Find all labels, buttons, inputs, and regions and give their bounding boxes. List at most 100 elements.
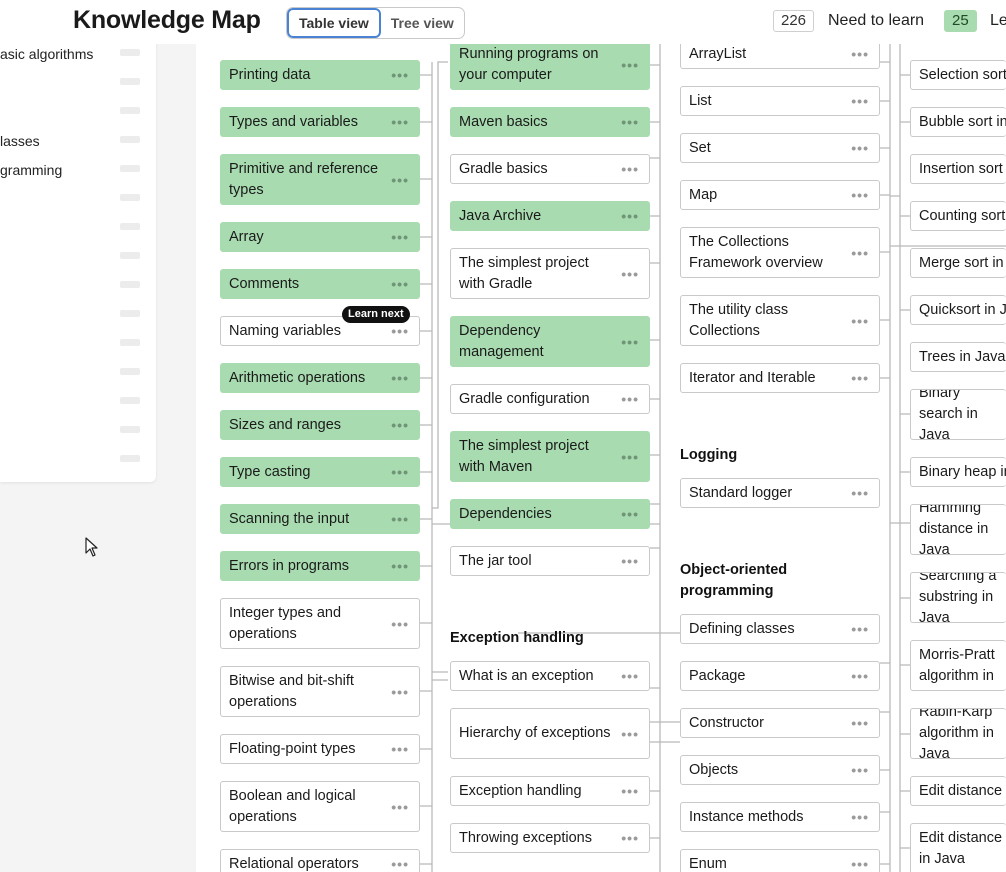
more-options-icon[interactable]: ••• xyxy=(621,162,639,176)
topic-card[interactable]: Insertion sort xyxy=(910,154,1006,184)
topic-card[interactable]: Iterator and Iterable ••• xyxy=(680,363,880,393)
topic-card[interactable]: Defining classes ••• xyxy=(680,614,880,644)
topic-card[interactable]: Boolean and logical operations ••• xyxy=(220,781,420,832)
more-options-icon[interactable]: ••• xyxy=(621,392,639,406)
topic-card[interactable]: Counting sort xyxy=(910,201,1006,231)
more-options-icon[interactable]: ••• xyxy=(391,68,409,82)
topic-card[interactable]: Bitwise and bit-shift operations ••• xyxy=(220,666,420,717)
topic-card[interactable]: Gradle basics ••• xyxy=(450,154,650,184)
topic-card[interactable]: Enum ••• xyxy=(680,849,880,872)
topic-card[interactable]: Quicksort in Java xyxy=(910,295,1006,325)
topic-card[interactable]: Searching a substring in Java xyxy=(910,572,1006,623)
more-options-icon[interactable]: ••• xyxy=(621,58,639,72)
more-options-icon[interactable]: ••• xyxy=(391,115,409,129)
more-options-icon[interactable]: ••• xyxy=(851,716,869,730)
topic-card[interactable]: Standard logger ••• xyxy=(680,478,880,508)
more-options-icon[interactable]: ••• xyxy=(391,371,409,385)
topic-card[interactable]: The simplest project with Gradle ••• xyxy=(450,248,650,299)
topic-card[interactable]: Hamming distance in Java xyxy=(910,504,1006,555)
more-options-icon[interactable]: ••• xyxy=(621,669,639,683)
topic-card[interactable]: Merge sort in xyxy=(910,248,1006,278)
topic-card[interactable]: The simplest project with Maven ••• xyxy=(450,431,650,482)
more-options-icon[interactable]: ••• xyxy=(851,94,869,108)
more-options-icon[interactable]: ••• xyxy=(851,486,869,500)
topic-card[interactable]: Edit distance xyxy=(910,776,1006,806)
topic-card[interactable]: Printing data ••• xyxy=(220,60,420,90)
more-options-icon[interactable]: ••• xyxy=(851,371,869,385)
more-options-icon[interactable]: ••• xyxy=(391,685,409,699)
topic-card[interactable]: Map ••• xyxy=(680,180,880,210)
topic-card[interactable]: Maven basics ••• xyxy=(450,107,650,137)
more-options-icon[interactable]: ••• xyxy=(851,314,869,328)
topic-card[interactable]: Primitive and reference types ••• xyxy=(220,154,420,205)
sidebar-item-classes[interactable]: lasses xyxy=(0,133,40,149)
more-options-icon[interactable]: ••• xyxy=(391,418,409,432)
topic-card[interactable]: Bubble sort in xyxy=(910,107,1006,137)
more-options-icon[interactable]: ••• xyxy=(851,763,869,777)
more-options-icon[interactable]: ••• xyxy=(621,554,639,568)
topic-card[interactable]: Binary heap in xyxy=(910,457,1006,487)
more-options-icon[interactable]: ••• xyxy=(621,507,639,521)
topic-card[interactable]: Running programs on your computer ••• xyxy=(450,39,650,90)
more-options-icon[interactable]: ••• xyxy=(391,857,409,871)
more-options-icon[interactable]: ••• xyxy=(851,141,869,155)
topic-card[interactable]: Sizes and ranges ••• xyxy=(220,410,420,440)
more-options-icon[interactable]: ••• xyxy=(621,209,639,223)
topic-card[interactable]: List ••• xyxy=(680,86,880,116)
sidebar-item-programming[interactable]: gramming xyxy=(0,162,62,178)
more-options-icon[interactable]: ••• xyxy=(391,559,409,573)
topic-card[interactable]: Trees in Java xyxy=(910,342,1006,372)
topic-card[interactable]: Java Archive ••• xyxy=(450,201,650,231)
tree-view-button[interactable]: Tree view xyxy=(381,8,464,38)
table-view-button[interactable]: Table view xyxy=(287,8,381,38)
topic-card[interactable]: Package ••• xyxy=(680,661,880,691)
more-options-icon[interactable]: ••• xyxy=(391,277,409,291)
topic-card[interactable]: Exception handling ••• xyxy=(450,776,650,806)
topic-card[interactable]: Gradle configuration ••• xyxy=(450,384,650,414)
more-options-icon[interactable]: ••• xyxy=(621,115,639,129)
topic-card[interactable]: Type casting ••• xyxy=(220,457,420,487)
more-options-icon[interactable]: ••• xyxy=(851,188,869,202)
more-options-icon[interactable]: ••• xyxy=(391,800,409,814)
topic-card[interactable]: Throwing exceptions ••• xyxy=(450,823,650,853)
more-options-icon[interactable]: ••• xyxy=(851,810,869,824)
more-options-icon[interactable]: ••• xyxy=(391,512,409,526)
more-options-icon[interactable]: ••• xyxy=(851,246,869,260)
more-options-icon[interactable]: ••• xyxy=(851,857,869,871)
topic-card[interactable]: Instance methods ••• xyxy=(680,802,880,832)
topic-card[interactable]: Arithmetic operations ••• xyxy=(220,363,420,393)
topic-card[interactable]: Types and variables ••• xyxy=(220,107,420,137)
topic-card[interactable]: Constructor ••• xyxy=(680,708,880,738)
topic-card[interactable]: Relational operators ••• xyxy=(220,849,420,872)
topic-card[interactable]: Dependency management ••• xyxy=(450,316,650,367)
topic-card[interactable]: Floating-point types ••• xyxy=(220,734,420,764)
more-options-icon[interactable]: ••• xyxy=(621,727,639,741)
topic-card[interactable]: The jar tool ••• xyxy=(450,546,650,576)
more-options-icon[interactable]: ••• xyxy=(391,230,409,244)
topic-card[interactable]: The Collections Framework overview ••• xyxy=(680,227,880,278)
more-options-icon[interactable]: ••• xyxy=(391,465,409,479)
topic-card[interactable]: Hierarchy of exceptions ••• xyxy=(450,708,650,759)
more-options-icon[interactable]: ••• xyxy=(621,267,639,281)
topic-card[interactable]: Edit distance in Java xyxy=(910,823,1006,872)
topic-card[interactable]: Binary search in Java xyxy=(910,389,1006,440)
more-options-icon[interactable]: ••• xyxy=(621,335,639,349)
topic-card[interactable]: Selection sort xyxy=(910,60,1006,90)
topic-card[interactable]: Integer types and operations ••• xyxy=(220,598,420,649)
topic-card[interactable]: Scanning the input ••• xyxy=(220,504,420,534)
topic-card[interactable]: Rabin-Karp algorithm in Java xyxy=(910,708,1006,759)
more-options-icon[interactable]: ••• xyxy=(621,784,639,798)
topic-card[interactable]: Array ••• xyxy=(220,222,420,252)
topic-card[interactable]: Errors in programs ••• xyxy=(220,551,420,581)
topic-card[interactable]: Comments ••• xyxy=(220,269,420,299)
topic-card[interactable]: Knuth-Morris-Pratt algorithm in Java xyxy=(910,640,1006,691)
topic-card[interactable]: What is an exception ••• xyxy=(450,661,650,691)
more-options-icon[interactable]: ••• xyxy=(851,622,869,636)
more-options-icon[interactable]: ••• xyxy=(851,47,869,61)
topic-card[interactable]: Dependencies ••• xyxy=(450,499,650,529)
more-options-icon[interactable]: ••• xyxy=(391,173,409,187)
topic-card[interactable]: Set ••• xyxy=(680,133,880,163)
topic-card[interactable]: The utility class Collections ••• xyxy=(680,295,880,346)
more-options-icon[interactable]: ••• xyxy=(391,742,409,756)
more-options-icon[interactable]: ••• xyxy=(851,669,869,683)
